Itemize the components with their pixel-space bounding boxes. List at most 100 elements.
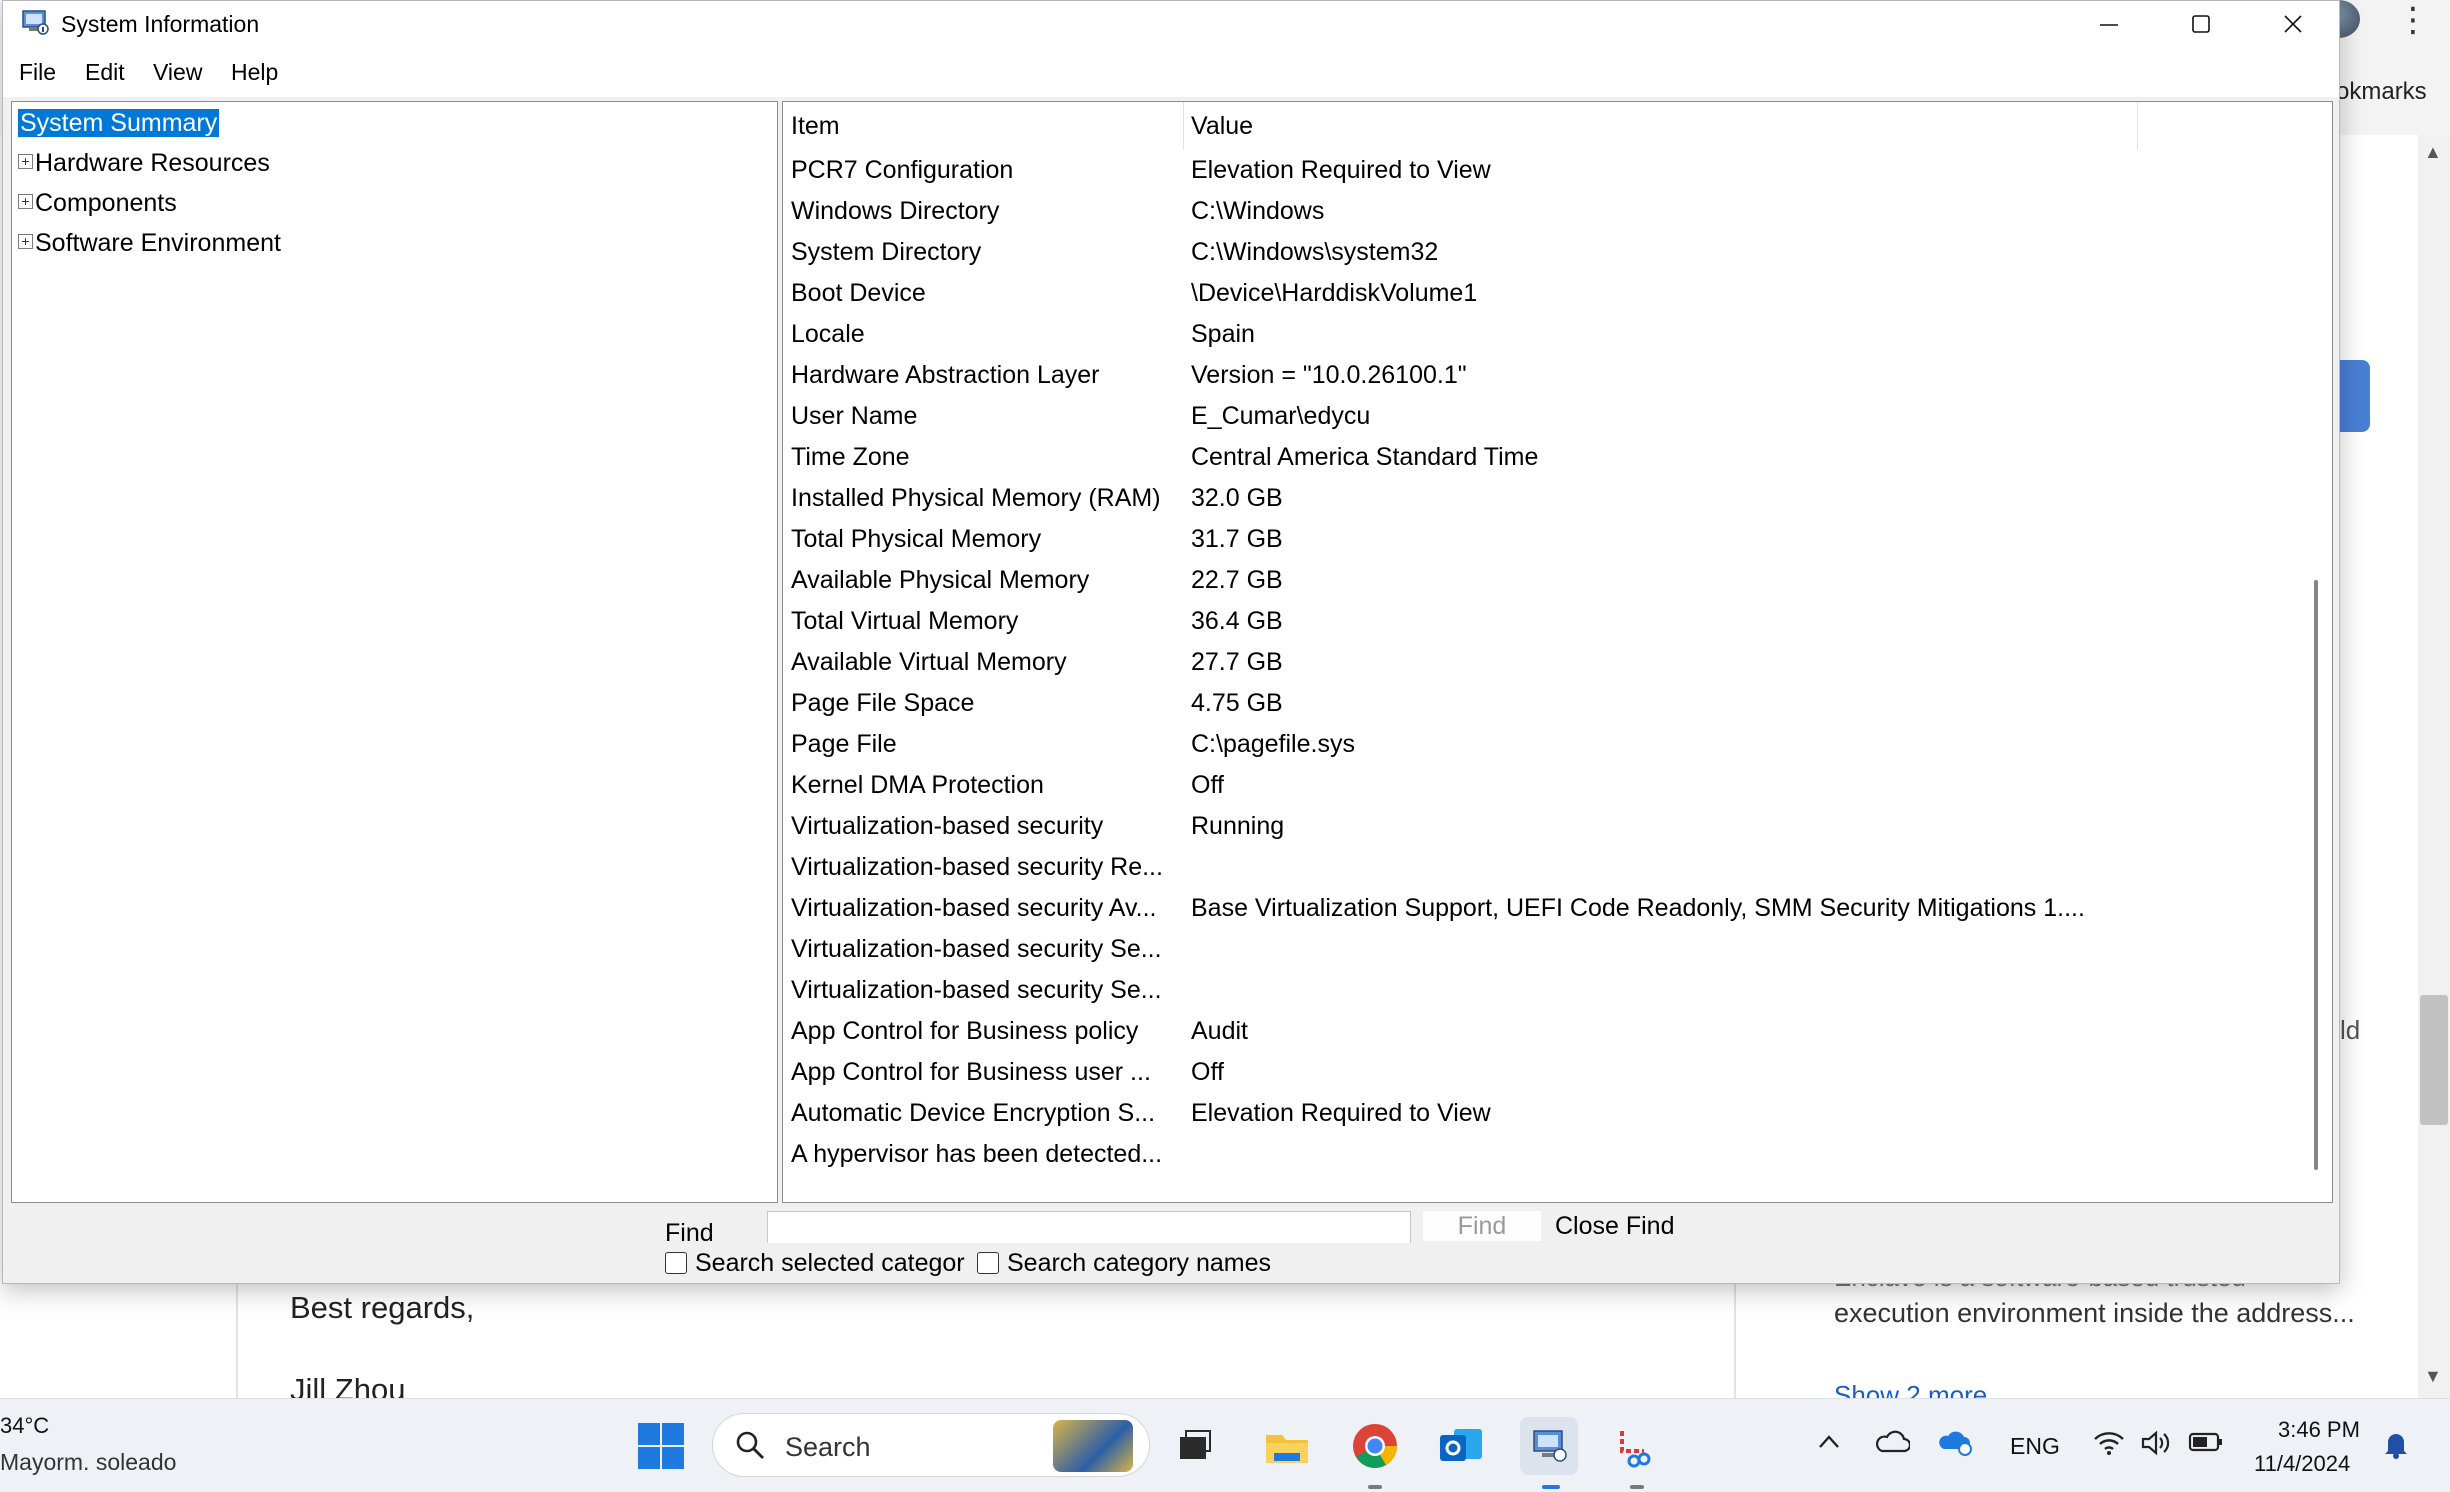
- find-input[interactable]: [767, 1211, 1411, 1243]
- menu-help[interactable]: Help: [231, 59, 278, 86]
- row-item: User Name: [791, 402, 918, 431]
- weather-description[interactable]: Mayorm. soleado: [0, 1449, 176, 1476]
- tree-item-software-environment[interactable]: + Software Environment: [18, 226, 281, 262]
- close-button[interactable]: [2247, 1, 2339, 47]
- notifications-bell-icon[interactable]: [2382, 1429, 2410, 1466]
- table-row[interactable]: Page File Space 4.75 GB: [783, 683, 2138, 724]
- table-row[interactable]: Total Virtual Memory 36.4 GB: [783, 601, 2138, 642]
- table-row[interactable]: Available Virtual Memory 27.7 GB: [783, 642, 2138, 683]
- row-item: Total Physical Memory: [791, 525, 1042, 554]
- chrome-button[interactable]: [1346, 1417, 1404, 1475]
- table-row[interactable]: Available Physical Memory 22.7 GB: [783, 560, 2138, 601]
- row-item: Installed Physical Memory (RAM): [791, 484, 1161, 513]
- snipping-tool-button[interactable]: [1608, 1417, 1666, 1475]
- table-row[interactable]: Virtualization-based security Av... Base …: [783, 888, 2138, 929]
- expand-icon[interactable]: +: [18, 153, 33, 169]
- task-view-button[interactable]: [1166, 1417, 1224, 1475]
- running-indicator: [1630, 1485, 1644, 1489]
- category-tree: System Summary + Hardware Resources + Comp…: [11, 101, 778, 1203]
- clock-time[interactable]: 3:46 PM: [2278, 1417, 2360, 1443]
- tree-item-system-summary[interactable]: System Summary: [18, 106, 220, 142]
- scroll-down-arrow-icon[interactable]: ▼: [2424, 1366, 2442, 1387]
- minimize-button[interactable]: [2063, 1, 2155, 47]
- windows-logo-icon: [662, 1447, 684, 1469]
- expand-icon[interactable]: +: [18, 233, 33, 249]
- checkbox-box[interactable]: [977, 1252, 999, 1274]
- speaker-icon: [2141, 1430, 2170, 1456]
- table-row[interactable]: Windows Directory C:\Windows: [783, 191, 2138, 232]
- table-row[interactable]: Automatic Device Encryption S... Elevatio…: [783, 1093, 2138, 1134]
- show-hidden-icons-chevron-icon[interactable]: [1816, 1429, 1842, 1462]
- row-item: App Control for Business user ...: [791, 1058, 1151, 1087]
- list-scrollbar-thumb[interactable]: [2314, 580, 2318, 1170]
- system-information-icon: [1533, 1430, 1567, 1462]
- table-row[interactable]: Virtualization-based security Re...: [783, 847, 2138, 888]
- taskbar-search[interactable]: Search: [712, 1413, 1150, 1477]
- cloud-icon: [1875, 1430, 1912, 1453]
- table-row[interactable]: App Control for Business policy Audit: [783, 1011, 2138, 1052]
- more-options-icon[interactable]: ⋮: [2396, 0, 2430, 40]
- row-value: Elevation Required to View: [1191, 156, 1491, 184]
- menu-file[interactable]: File: [19, 59, 56, 86]
- table-row[interactable]: Kernel DMA Protection Off: [783, 765, 2138, 806]
- language-indicator[interactable]: ENG: [2010, 1433, 2060, 1460]
- table-row[interactable]: Locale Spain: [783, 314, 2138, 355]
- tree-item-components[interactable]: + Components: [18, 186, 177, 222]
- table-row[interactable]: System Directory C:\Windows\system32: [783, 232, 2138, 273]
- row-item: Windows Directory: [791, 197, 1000, 226]
- tree-item-hardware-resources[interactable]: + Hardware Resources: [18, 146, 270, 182]
- table-row[interactable]: PCR7 Configuration Elevation Required to …: [783, 150, 2138, 191]
- column-header-value[interactable]: Value: [1191, 112, 1253, 141]
- volume-icon[interactable]: [2140, 1429, 2172, 1464]
- row-item: Virtualization-based security Re...: [791, 853, 1163, 882]
- close-find-button[interactable]: Close Find: [1555, 1211, 1675, 1241]
- system-information-app-icon: [22, 10, 49, 35]
- table-row[interactable]: Virtualization-based security Se...: [783, 970, 2138, 1011]
- table-row[interactable]: Virtualization-based security Running: [783, 806, 2138, 847]
- table-row[interactable]: App Control for Business user ... Off: [783, 1052, 2138, 1093]
- chevron-up-icon: [1819, 1435, 1839, 1448]
- table-row[interactable]: Virtualization-based security Se...: [783, 929, 2138, 970]
- checkbox-box[interactable]: [665, 1252, 687, 1274]
- find-button[interactable]: Find: [1423, 1211, 1541, 1241]
- battery-level-icon: [2188, 1432, 2222, 1452]
- battery-icon[interactable]: [2188, 1429, 2224, 1461]
- file-explorer-button[interactable]: [1258, 1417, 1316, 1475]
- weather-temperature[interactable]: 34°C: [0, 1413, 49, 1439]
- table-row[interactable]: Boot Device \Device\HarddiskVolume1: [783, 273, 2138, 314]
- checkbox-label: Search category names: [1007, 1249, 1272, 1277]
- table-row[interactable]: User Name E_Cumar\edycu: [783, 396, 2138, 437]
- table-row[interactable]: Installed Physical Memory (RAM) 32.0 GB: [783, 478, 2138, 519]
- column-header-item[interactable]: Item: [791, 112, 840, 141]
- bookmarks-label[interactable]: okmarks: [2336, 78, 2427, 106]
- email-regards: Best regards,: [290, 1290, 475, 1325]
- wifi-icon[interactable]: [2092, 1429, 2126, 1464]
- menu-view[interactable]: View: [153, 59, 202, 86]
- title-bar[interactable]: System Information: [3, 1, 2339, 47]
- table-row[interactable]: Time Zone Central America Standard Time: [783, 437, 2138, 478]
- column-separator[interactable]: [1183, 102, 1184, 150]
- expand-icon[interactable]: +: [18, 193, 33, 209]
- search-category-names-checkbox[interactable]: Search category names: [977, 1249, 1271, 1281]
- table-row[interactable]: A hypervisor has been detected...: [783, 1134, 2138, 1175]
- blue-action-button[interactable]: [2340, 360, 2370, 432]
- system-information-taskbar-button[interactable]: [1520, 1417, 1578, 1475]
- search-selected-category-checkbox[interactable]: Search selected categor: [665, 1249, 965, 1281]
- start-button[interactable]: [638, 1423, 684, 1469]
- clock-date[interactable]: 11/4/2024: [2254, 1451, 2350, 1477]
- minimize-icon: [2100, 24, 2118, 26]
- table-row[interactable]: Page File C:\pagefile.sys: [783, 724, 2138, 765]
- maximize-button[interactable]: [2155, 1, 2247, 47]
- onedrive-sync-icon[interactable]: [1938, 1429, 1974, 1464]
- browser-scrollbar-thumb[interactable]: [2420, 995, 2448, 1125]
- scroll-up-arrow-icon[interactable]: ▲: [2424, 142, 2442, 163]
- wifi-signal-icon: [2094, 1432, 2124, 1455]
- show-more-link[interactable]: Show 2 more: [1834, 1380, 1987, 1398]
- outlook-button[interactable]: [1432, 1417, 1490, 1475]
- onedrive-icon[interactable]: [1874, 1429, 1912, 1462]
- browser-scrollbar[interactable]: [2418, 135, 2450, 1398]
- row-value: Central America Standard Time: [1191, 443, 1539, 472]
- menu-edit[interactable]: Edit: [85, 59, 125, 86]
- table-row[interactable]: Total Physical Memory 31.7 GB: [783, 519, 2138, 560]
- table-row[interactable]: Hardware Abstraction Layer Version = "10.…: [783, 355, 2138, 396]
